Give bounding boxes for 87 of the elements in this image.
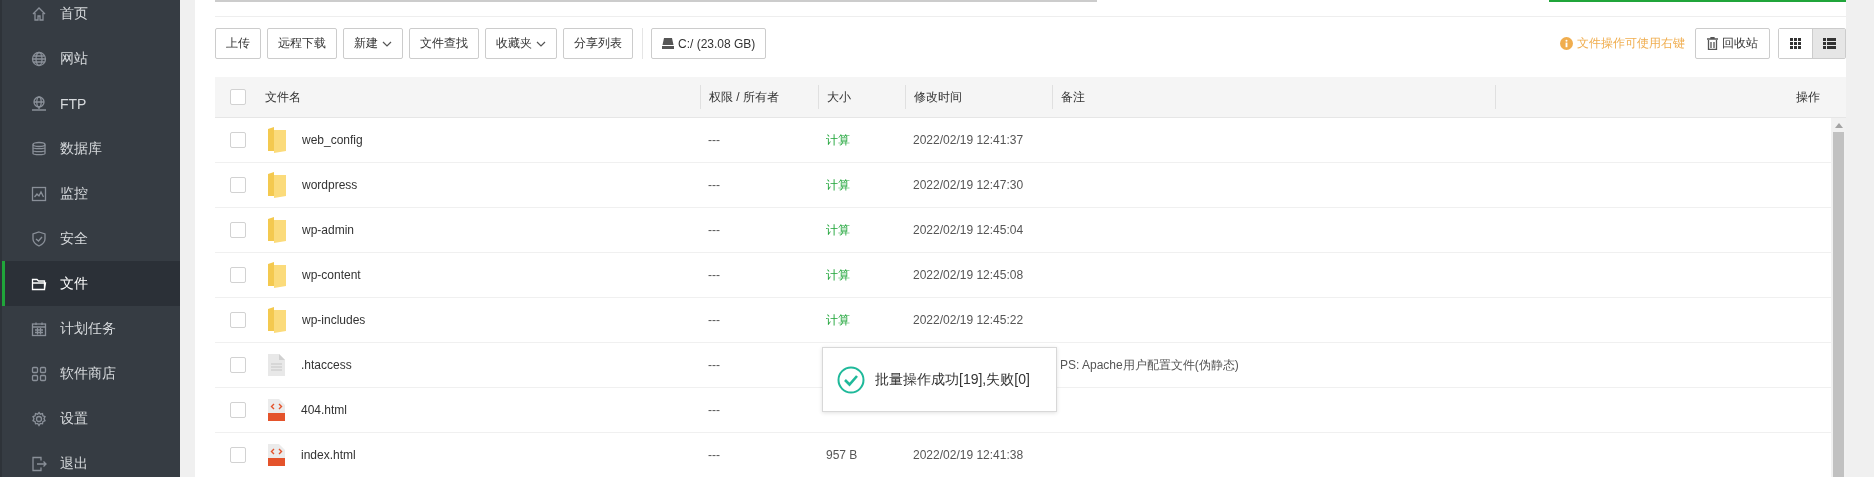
database-icon bbox=[31, 140, 47, 157]
chart-icon bbox=[31, 185, 47, 202]
sidebar-item[interactable]: 软件商店 bbox=[2, 351, 180, 396]
checkbox[interactable] bbox=[230, 177, 246, 193]
globe-icon bbox=[31, 50, 47, 67]
sidebar-item[interactable]: 文件 bbox=[2, 261, 180, 306]
table-cell: --- bbox=[708, 223, 720, 237]
checkbox[interactable] bbox=[230, 222, 246, 238]
file-name[interactable]: .htaccess bbox=[301, 358, 352, 372]
table-cell: 2022/02/19 12:45:22 bbox=[913, 313, 1024, 327]
table-cell: 2022/02/19 12:41:37 bbox=[913, 133, 1024, 147]
toolbar-button[interactable]: 文件查找 bbox=[409, 28, 479, 59]
html-file-icon bbox=[268, 399, 285, 421]
shield-icon bbox=[31, 230, 47, 247]
folder-icon bbox=[268, 307, 286, 333]
table-cell: --- bbox=[708, 358, 720, 372]
file-name[interactable]: web_config bbox=[302, 133, 363, 147]
sidebar-item[interactable]: 数据库 bbox=[2, 126, 180, 171]
home-icon bbox=[31, 5, 47, 22]
toolbar-button[interactable]: 收藏夹 bbox=[485, 28, 557, 59]
scrollbar[interactable] bbox=[1831, 118, 1846, 477]
tip-text: 文件操作可使用右键 bbox=[1577, 35, 1685, 52]
sidebar-item[interactable]: 设置 bbox=[2, 396, 180, 441]
folder-icon bbox=[268, 127, 286, 153]
success-check-icon bbox=[837, 365, 865, 394]
toolbar-button[interactable]: 远程下载 bbox=[267, 28, 337, 59]
column-header: 操作 bbox=[1796, 88, 1820, 106]
network-globe-icon bbox=[31, 95, 47, 112]
list-view-icon bbox=[1822, 38, 1836, 49]
calendar-icon bbox=[31, 320, 47, 337]
table-cell: --- bbox=[708, 313, 720, 327]
sidebar-item[interactable]: 首页 bbox=[2, 0, 180, 36]
checkbox[interactable] bbox=[230, 447, 246, 463]
table-cell: --- bbox=[708, 268, 720, 282]
toolbar-button[interactable]: 分享列表 bbox=[563, 28, 633, 59]
document-icon bbox=[268, 354, 285, 376]
trash-icon bbox=[1707, 37, 1718, 50]
sidebar-item[interactable]: 安全 bbox=[2, 216, 180, 261]
sidebar-item[interactable]: 计划任务 bbox=[2, 306, 180, 351]
table-cell: --- bbox=[708, 448, 720, 462]
settings-icon bbox=[31, 410, 47, 427]
table-cell: 957 B bbox=[826, 448, 858, 462]
checkbox[interactable] bbox=[230, 267, 246, 283]
disk-button[interactable]: C:/ (23.08 GB) bbox=[651, 28, 767, 59]
column-header: 权限 / 所有者 bbox=[709, 88, 779, 106]
table-cell: --- bbox=[708, 403, 720, 417]
file-name[interactable]: wp-admin bbox=[302, 223, 355, 237]
folder-icon bbox=[268, 262, 286, 288]
info-icon bbox=[1560, 37, 1573, 50]
view-toggle-button[interactable] bbox=[1812, 29, 1845, 58]
checkbox[interactable] bbox=[230, 132, 246, 148]
toolbar-button[interactable]: 上传 bbox=[215, 28, 261, 59]
table-cell: --- bbox=[708, 133, 720, 147]
table-cell: --- bbox=[708, 178, 720, 192]
file-name[interactable]: 404.html bbox=[301, 403, 348, 417]
scroll-up-icon[interactable] bbox=[1834, 123, 1843, 128]
logout-icon bbox=[31, 455, 47, 472]
recycle-bin-button[interactable]: 回收站 bbox=[1695, 28, 1770, 59]
sidebar-item[interactable]: 退出 bbox=[2, 441, 180, 477]
checkbox[interactable] bbox=[230, 357, 246, 373]
folder-icon bbox=[268, 172, 286, 198]
folder-icon bbox=[268, 217, 286, 243]
table-cell: 2022/02/19 12:41:38 bbox=[913, 448, 1024, 462]
drive-icon bbox=[662, 38, 674, 49]
checkbox[interactable] bbox=[230, 312, 246, 328]
sidebar-item[interactable]: 网站 bbox=[2, 36, 180, 81]
column-header: 大小 bbox=[827, 88, 851, 106]
file-name[interactable]: wp-includes bbox=[302, 313, 366, 327]
file-name[interactable]: wp-content bbox=[302, 268, 361, 282]
column-header: 备注 bbox=[1061, 88, 1085, 106]
column-header: 修改时间 bbox=[914, 88, 962, 106]
html-file-icon bbox=[268, 444, 285, 466]
table-cell: PS: Apache用户配置文件(伪静态) bbox=[1060, 357, 1239, 372]
file-name[interactable]: wordpress bbox=[302, 178, 358, 192]
checkbox[interactable] bbox=[230, 402, 246, 418]
column-header: 文件名 bbox=[264, 88, 302, 106]
table-cell: 2022/02/19 12:45:08 bbox=[913, 268, 1024, 282]
sidebar-item[interactable]: FTP bbox=[2, 81, 180, 126]
sidebar-item[interactable]: 监控 bbox=[2, 171, 180, 216]
grid-view-icon bbox=[1790, 38, 1801, 49]
toolbar-button[interactable]: 新建 bbox=[343, 28, 403, 59]
table-cell: 2022/02/19 12:45:04 bbox=[913, 223, 1024, 237]
toast-message: 批量操作成功[19],失败[0] bbox=[875, 370, 1030, 389]
checkbox[interactable] bbox=[230, 89, 246, 105]
table-cell: 2022/02/19 12:47:30 bbox=[913, 178, 1024, 192]
grid-icon bbox=[31, 365, 47, 382]
file-name[interactable]: index.html bbox=[301, 448, 356, 462]
